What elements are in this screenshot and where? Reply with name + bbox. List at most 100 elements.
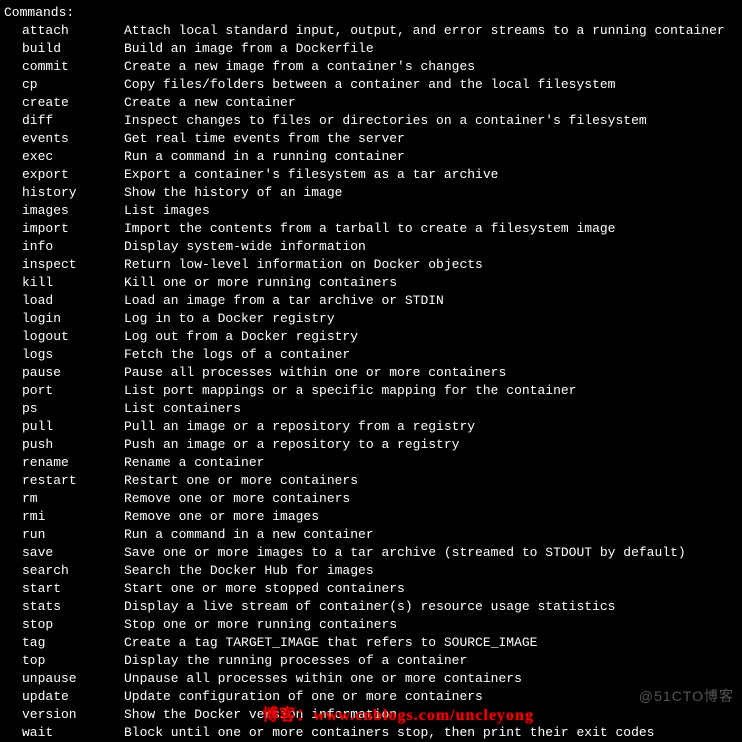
command-description: Inspect changes to files or directories … [124, 112, 647, 130]
command-row: importImport the contents from a tarball… [4, 220, 738, 238]
command-row: runRun a command in a new container [4, 526, 738, 544]
command-row: pushPush an image or a repository to a r… [4, 436, 738, 454]
command-row: rmRemove one or more containers [4, 490, 738, 508]
command-row: attachAttach local standard input, outpu… [4, 22, 738, 40]
command-name: inspect [4, 256, 124, 274]
command-name: rmi [4, 508, 124, 526]
command-name: import [4, 220, 124, 238]
commands-list: attachAttach local standard input, outpu… [4, 22, 738, 742]
command-description: Remove one or more containers [124, 490, 350, 508]
command-row: commitCreate a new image from a containe… [4, 58, 738, 76]
command-row: killKill one or more running containers [4, 274, 738, 292]
command-row: pullPull an image or a repository from a… [4, 418, 738, 436]
command-name: update [4, 688, 124, 706]
command-name: build [4, 40, 124, 58]
command-row: historyShow the history of an image [4, 184, 738, 202]
command-name: port [4, 382, 124, 400]
command-name: exec [4, 148, 124, 166]
command-description: Run a command in a running container [124, 148, 405, 166]
command-description: Attach local standard input, output, and… [124, 22, 725, 40]
command-row: logoutLog out from a Docker registry [4, 328, 738, 346]
command-description: List images [124, 202, 210, 220]
command-name: push [4, 436, 124, 454]
command-description: Restart one or more containers [124, 472, 358, 490]
command-description: Display system-wide information [124, 238, 366, 256]
command-name: login [4, 310, 124, 328]
command-description: Create a new container [124, 94, 296, 112]
command-name: commit [4, 58, 124, 76]
command-description: Save one or more images to a tar archive… [124, 544, 686, 562]
command-name: cp [4, 76, 124, 94]
command-row: loadLoad an image from a tar archive or … [4, 292, 738, 310]
command-name: save [4, 544, 124, 562]
command-description: Run a command in a new container [124, 526, 374, 544]
command-name: logout [4, 328, 124, 346]
command-name: tag [4, 634, 124, 652]
watermark-bottom: 博客：www.cnblogs.com/uncleyong [262, 707, 534, 725]
command-name: load [4, 292, 124, 310]
command-description: Import the contents from a tarball to cr… [124, 220, 615, 238]
command-name: rename [4, 454, 124, 472]
command-name: version [4, 706, 124, 724]
command-description: Fetch the logs of a container [124, 346, 350, 364]
command-row: pausePause all processes within one or m… [4, 364, 738, 382]
command-name: pull [4, 418, 124, 436]
command-row: updateUpdate configuration of one or mor… [4, 688, 738, 706]
command-description: Search the Docker Hub for images [124, 562, 374, 580]
command-row: psList containers [4, 400, 738, 418]
command-description: Pause all processes within one or more c… [124, 364, 506, 382]
command-row: inspectReturn low-level information on D… [4, 256, 738, 274]
command-name: search [4, 562, 124, 580]
command-row: infoDisplay system-wide information [4, 238, 738, 256]
command-description: Log in to a Docker registry [124, 310, 335, 328]
command-description: Copy files/folders between a container a… [124, 76, 615, 94]
command-description: List containers [124, 400, 241, 418]
command-description: Load an image from a tar archive or STDI… [124, 292, 444, 310]
command-row: imagesList images [4, 202, 738, 220]
command-row: statsDisplay a live stream of container(… [4, 598, 738, 616]
command-name: create [4, 94, 124, 112]
command-description: Export a container's filesystem as a tar… [124, 166, 498, 184]
command-description: Display the running processes of a conta… [124, 652, 467, 670]
command-description: Create a tag TARGET_IMAGE that refers to… [124, 634, 537, 652]
command-name: history [4, 184, 124, 202]
command-row: exportExport a container's filesystem as… [4, 166, 738, 184]
watermark-label: 博客： [262, 707, 313, 724]
command-row: searchSearch the Docker Hub for images [4, 562, 738, 580]
command-name: restart [4, 472, 124, 490]
command-row: execRun a command in a running container [4, 148, 738, 166]
command-row: stopStop one or more running containers [4, 616, 738, 634]
command-description: Rename a container [124, 454, 264, 472]
command-row: logsFetch the logs of a container [4, 346, 738, 364]
command-name: stop [4, 616, 124, 634]
command-description: Stop one or more running containers [124, 616, 397, 634]
command-row: startStart one or more stopped container… [4, 580, 738, 598]
command-row: tagCreate a tag TARGET_IMAGE that refers… [4, 634, 738, 652]
command-name: stats [4, 598, 124, 616]
command-description: Update configuration of one or more cont… [124, 688, 483, 706]
command-name: run [4, 526, 124, 544]
command-name: kill [4, 274, 124, 292]
command-row: saveSave one or more images to a tar arc… [4, 544, 738, 562]
command-name: top [4, 652, 124, 670]
command-description: Return low-level information on Docker o… [124, 256, 483, 274]
command-description: Remove one or more images [124, 508, 319, 526]
command-name: logs [4, 346, 124, 364]
command-row: restartRestart one or more containers [4, 472, 738, 490]
command-description: Kill one or more running containers [124, 274, 397, 292]
command-row: loginLog in to a Docker registry [4, 310, 738, 328]
command-description: Push an image or a repository to a regis… [124, 436, 459, 454]
command-name: export [4, 166, 124, 184]
command-description: Display a live stream of container(s) re… [124, 598, 615, 616]
command-description: Unpause all processes within one or more… [124, 670, 522, 688]
watermark-url: www.cnblogs.com/uncleyong [313, 707, 534, 724]
command-row: portList port mappings or a specific map… [4, 382, 738, 400]
command-row: renameRename a container [4, 454, 738, 472]
command-name: info [4, 238, 124, 256]
command-row: createCreate a new container [4, 94, 738, 112]
command-row: buildBuild an image from a Dockerfile [4, 40, 738, 58]
command-row: cpCopy files/folders between a container… [4, 76, 738, 94]
commands-header: Commands: [4, 4, 738, 22]
command-name: rm [4, 490, 124, 508]
command-name: start [4, 580, 124, 598]
